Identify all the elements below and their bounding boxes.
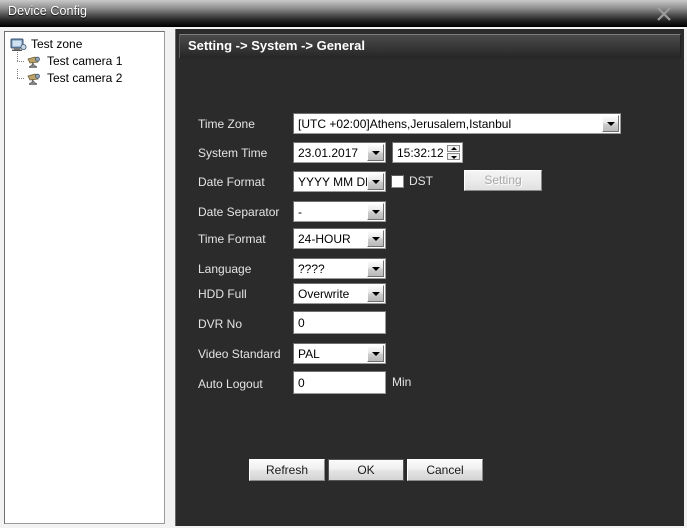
stepper-down-icon[interactable] (447, 153, 460, 160)
time-format-value: 24-HOUR (298, 232, 351, 246)
time-zone-value: [UTC +02:00]Athens,Jerusalem,Istanbul (298, 117, 512, 131)
window-titlebar: Device Config (0, 0, 687, 27)
hdd-full-value: Overwrite (298, 287, 350, 301)
date-separator-value: - (298, 205, 302, 219)
close-icon[interactable] (651, 1, 677, 25)
chevron-down-icon[interactable] (367, 345, 384, 362)
video-standard-value: PAL (298, 347, 320, 361)
breadcrumb: Setting -> System -> General (179, 34, 681, 58)
breadcrumb-text: Setting -> System -> General (188, 38, 366, 53)
refresh-button[interactable]: Refresh (249, 459, 325, 481)
window-title: Device Config (8, 4, 88, 18)
dst-checkbox-row[interactable]: DST (391, 174, 433, 188)
hdd-full-select[interactable]: Overwrite (293, 283, 386, 304)
chevron-down-icon[interactable] (367, 230, 384, 247)
cancel-button[interactable]: Cancel (407, 459, 483, 481)
system-date-select[interactable]: 23.01.2017 (293, 142, 386, 163)
system-time-value: 15:32:12 (397, 146, 444, 160)
chevron-down-icon[interactable] (367, 260, 384, 277)
dvr-no-value: 0 (298, 316, 305, 330)
dst-checkbox[interactable] (391, 174, 404, 188)
language-select[interactable]: ???? (293, 258, 386, 279)
chevron-down-icon[interactable] (367, 285, 384, 302)
tree-item-label: Test camera 1 (47, 54, 123, 68)
chevron-down-icon[interactable] (367, 144, 384, 161)
device-config-window: Device Config Test zone Test camera 1 Te… (0, 0, 687, 528)
chevron-down-icon[interactable] (602, 115, 619, 132)
camera-icon (26, 54, 43, 69)
tree-item-test-camera-1[interactable]: Test camera 1 (10, 52, 164, 70)
date-format-value: YYYY MM DD (298, 175, 374, 189)
tree-item-test-camera-2[interactable]: Test camera 2 (10, 69, 164, 87)
device-tree-panel[interactable]: Test zone Test camera 1 Test camera 2 (4, 31, 165, 524)
dst-setting-button[interactable]: Setting (464, 170, 542, 191)
ok-button[interactable]: OK (328, 459, 404, 481)
stepper-up-icon[interactable] (447, 145, 460, 152)
dst-label: DST (409, 174, 433, 188)
date-format-select[interactable]: YYYY MM DD (293, 171, 386, 192)
tree-item-label: Test camera 2 (47, 71, 123, 85)
system-time-stepper[interactable]: 15:32:12 (392, 142, 463, 163)
dvr-no-input[interactable]: 0 (293, 311, 386, 334)
device-zone-icon (10, 37, 27, 52)
video-standard-select[interactable]: PAL (293, 343, 386, 364)
tree-item-label: Test zone (31, 37, 83, 51)
chevron-down-icon[interactable] (367, 203, 384, 220)
time-format-select[interactable]: 24-HOUR (293, 228, 386, 249)
chevron-down-icon[interactable] (367, 173, 384, 190)
auto-logout-input[interactable]: 0 (293, 371, 386, 394)
date-separator-select[interactable]: - (293, 201, 386, 222)
device-tree: Test zone Test camera 1 Test camera 2 (5, 32, 164, 87)
camera-icon (26, 71, 43, 86)
time-zone-select[interactable]: [UTC +02:00]Athens,Jerusalem,Istanbul (293, 113, 621, 134)
stepper-arrows-icon[interactable] (447, 145, 460, 160)
settings-panel: Setting -> System -> General Time Zone [… (175, 29, 684, 526)
auto-logout-value: 0 (298, 376, 305, 390)
system-date-value: 23.01.2017 (298, 146, 359, 160)
language-value: ???? (298, 262, 325, 276)
tree-item-test-zone[interactable]: Test zone (10, 36, 164, 53)
auto-logout-unit: Min (392, 375, 412, 389)
